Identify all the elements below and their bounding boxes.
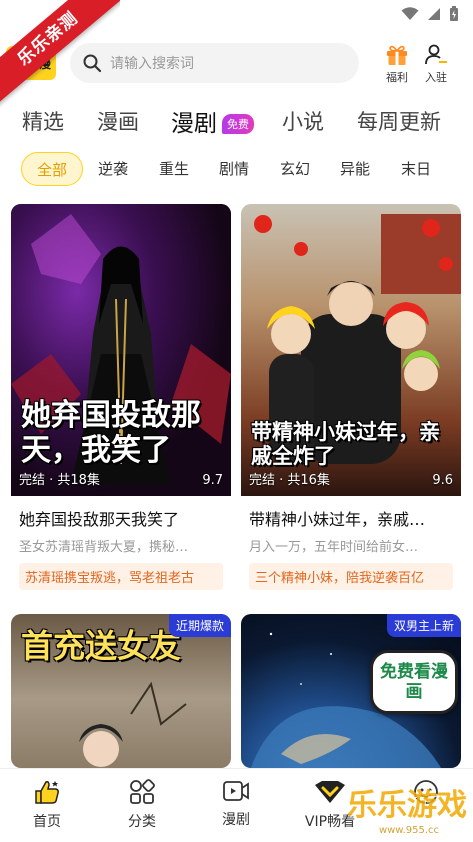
nav-categories-label: 分类 (128, 814, 156, 830)
card-tagline: 三个精神小妹，陪我逆袭百亿 (249, 563, 453, 590)
episode-status: 完结 · 共18集 (19, 473, 100, 488)
card-title: 她弃国投敌那天我笑了 (19, 510, 180, 529)
cover-image: 带精神小妹过年，亲戚全炸了 完结 · 共16集 9.6 (241, 204, 461, 496)
card-tagline: 苏清瑶携宝叛逃，骂老祖老古 (19, 563, 223, 590)
wifi-icon (401, 7, 419, 20)
battery-icon (450, 6, 458, 21)
site-watermark: 乐乐游戏 (347, 788, 467, 823)
chip-plot[interactable]: 剧情 (219, 152, 249, 186)
nav-home[interactable]: 首页 (7, 779, 87, 831)
chip-superpower[interactable]: 异能 (340, 152, 370, 186)
chip-fantasy[interactable]: 玄幻 (280, 152, 310, 186)
rating-score: 9.6 (432, 473, 453, 488)
drama-card[interactable]: 带精神小妹过年，亲戚全炸了 完结 · 共16集 9.6 带精神小妹过年，亲戚… … (241, 204, 461, 606)
tab-short-drama-label: 漫剧 (171, 111, 217, 137)
rating-score: 9.7 (202, 473, 223, 488)
episode-status: 完结 · 共16集 (249, 473, 330, 488)
cover-title: 她弃国投敌那天，我笑了 (21, 398, 201, 468)
card-description: 月入一万，五年时间给前女… (249, 540, 419, 555)
join-label: 入驻 (425, 71, 447, 84)
free-comics-bubble[interactable]: 免费看漫画 (370, 650, 458, 714)
drama-card[interactable]: 首充送女友 近期爆款 (11, 614, 231, 768)
nav-categories[interactable]: 分类 (102, 779, 182, 831)
promo-ribbon: 乐乐亲测 (0, 0, 120, 120)
signal-icon (428, 8, 440, 20)
grid-icon (130, 779, 155, 804)
welfare-label: 福利 (386, 71, 408, 84)
home-thumb-icon (35, 781, 59, 804)
nav-home-label: 首页 (33, 814, 61, 830)
cover-title: 带精神小妹过年，亲戚全炸了 (251, 419, 440, 468)
drama-card[interactable]: 她弃国投敌那天，我笑了 完结 · 共18集 9.7 她弃国投敌那天我笑了 圣女苏… (11, 204, 231, 606)
nav-short-drama-label: 漫剧 (222, 812, 250, 828)
tab-short-drama[interactable]: 漫剧 (171, 104, 217, 140)
new-release-badge: 双男主上新 (386, 614, 461, 637)
hot-badge: 近期爆款 (168, 614, 231, 637)
chip-all[interactable]: 全部 (21, 152, 83, 186)
cover-image: 首充送女友 近期爆款 (11, 614, 231, 768)
free-badge: 免费 (222, 114, 254, 134)
tab-weekly-updates[interactable]: 每周更新 (357, 106, 441, 136)
filter-chips: 全部 逆袭 重生 剧情 玄幻 异能 末日 (0, 152, 473, 188)
free-comics-text: 免费看漫画 (380, 661, 448, 702)
join-button[interactable]: 入驻 (416, 44, 456, 85)
ribbon-label: 乐乐亲测 (0, 0, 120, 110)
nav-short-drama[interactable]: 漫剧 (196, 779, 276, 829)
chip-rebirth[interactable]: 重生 (159, 152, 189, 186)
chip-doomsday[interactable]: 末日 (401, 152, 431, 186)
cover-image: 她弃国投敌那天，我笑了 完结 · 共18集 9.7 (11, 204, 231, 496)
vip-icon (315, 781, 345, 803)
tab-novels[interactable]: 小说 (282, 106, 324, 136)
video-icon (223, 781, 249, 801)
welfare-button[interactable]: 福利 (377, 44, 417, 85)
chip-comeback[interactable]: 逆袭 (98, 152, 128, 186)
card-title: 带精神小妹过年，亲戚… (249, 510, 426, 529)
site-watermark-url: www.955.cc (378, 825, 439, 836)
user-plus-icon (425, 44, 447, 65)
gift-icon (387, 45, 407, 65)
card-description: 圣女苏清瑶背叛大夏，携秘… (19, 540, 189, 555)
search-placeholder: 请输入搜索词 (110, 56, 194, 72)
